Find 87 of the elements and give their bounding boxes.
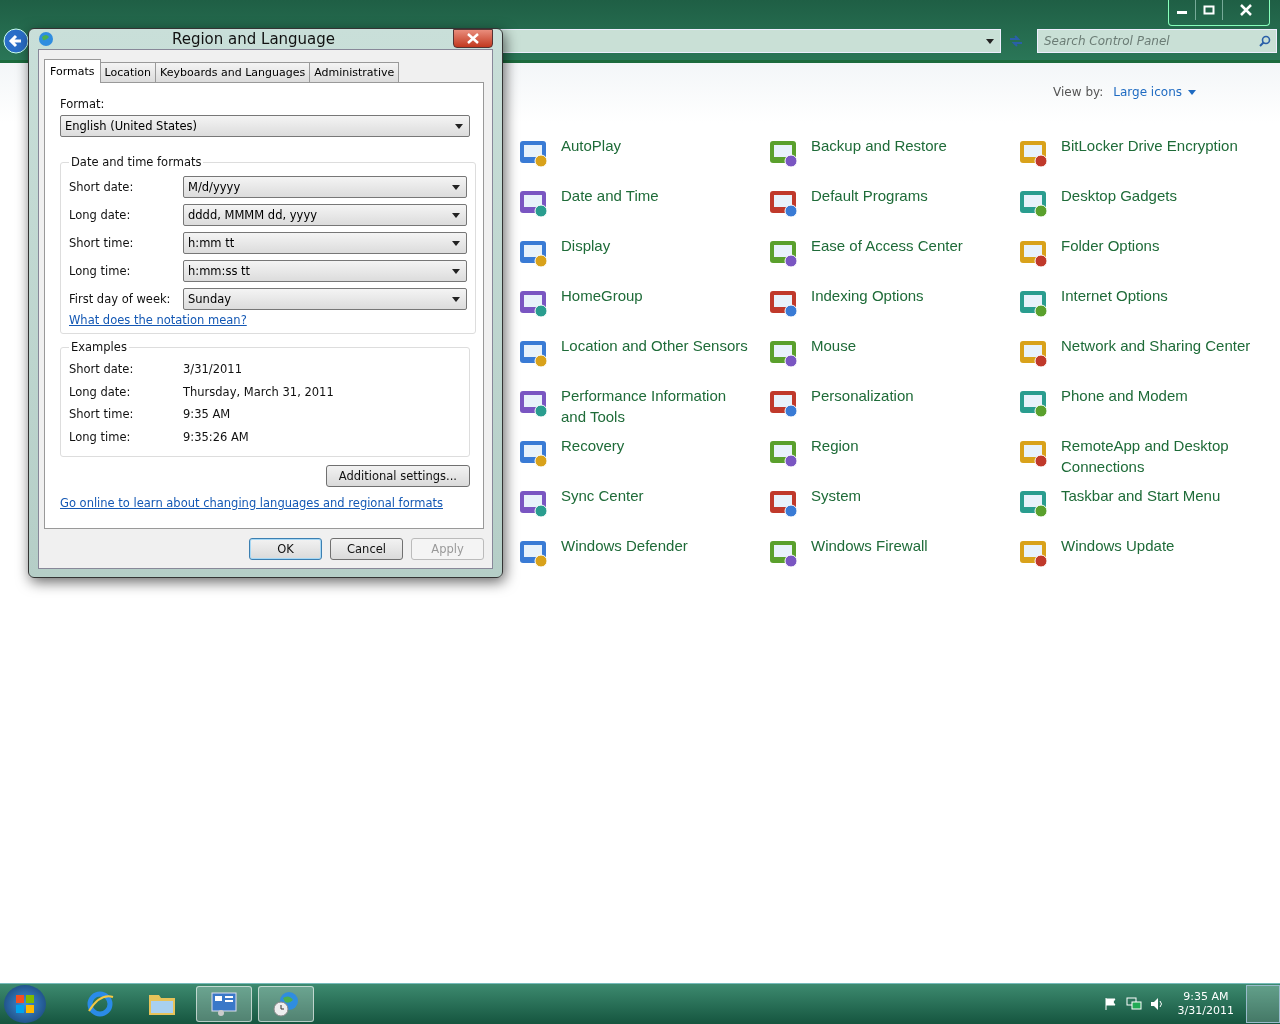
start-button[interactable] [4, 985, 46, 1023]
search-field[interactable]: Search Control Panel [1037, 29, 1277, 53]
control-panel-item[interactable]: Folder Options [1017, 235, 1267, 285]
caret-icon [452, 296, 460, 302]
globe-clock-icon [271, 990, 301, 1018]
field-label: Short date: [69, 180, 135, 194]
example-label: Short date: [69, 362, 135, 377]
notation-help-link[interactable]: What does the notation mean? [69, 313, 247, 327]
control-panel-item[interactable]: Default Programs [767, 185, 1017, 235]
control-panel-item[interactable]: Windows Firewall [767, 535, 1017, 585]
tab[interactable]: Administrative [309, 62, 400, 82]
dialog-button[interactable]: Cancel [330, 538, 403, 560]
control-panel-item[interactable]: Phone and Modem [1017, 385, 1267, 435]
control-panel-item[interactable]: Ease of Access Center [767, 235, 1017, 285]
format-dropdown[interactable]: h:mm tt [183, 232, 467, 254]
control-panel-item[interactable]: Display [517, 235, 767, 285]
format-label: Format: [60, 97, 106, 111]
format-dropdown[interactable]: dddd, MMMM dd, yyyy [183, 204, 467, 226]
control-panel-item[interactable]: RemoteApp and Desktop Connections [1017, 435, 1267, 485]
dialog-button[interactable]: OK [249, 538, 322, 560]
control-panel-item[interactable]: Location and Other Sensors [517, 335, 767, 385]
example-label: Long time: [69, 429, 132, 444]
example-value: Thursday, March 31, 2011 [183, 384, 334, 399]
tab[interactable]: Keyboards and Languages [155, 62, 311, 82]
format-dropdown[interactable]: h:mm:ss tt [183, 260, 467, 282]
caret-icon [452, 212, 460, 218]
control-panel-item[interactable]: Windows Update [1017, 535, 1267, 585]
control-panel-item[interactable]: System [767, 485, 1017, 535]
control-panel-item[interactable]: Indexing Options [767, 285, 1017, 335]
flag-icon [1103, 997, 1118, 1011]
control-panel-icon [209, 991, 239, 1017]
control-panel-item[interactable]: Taskbar and Start Menu [1017, 485, 1267, 535]
control-panel-item[interactable]: Desktop Gadgets [1017, 185, 1267, 235]
field-label: Short time: [69, 236, 135, 250]
control-panel-item[interactable]: Region [767, 435, 1017, 485]
control-panel-item[interactable]: HomeGroup [517, 285, 767, 335]
example-value: 9:35 AM [183, 407, 231, 422]
view-by-dropdown[interactable]: Large icons [1113, 85, 1196, 99]
maximize-icon [1203, 5, 1215, 15]
control-panel-item[interactable]: Internet Options [1017, 285, 1267, 335]
globe-clock-taskbar-button[interactable] [258, 986, 314, 1022]
online-help-link[interactable]: Go online to learn about changing languages and regional formats [60, 496, 470, 510]
control-panel-item[interactable]: Recovery [517, 435, 767, 485]
caret-icon [1188, 89, 1196, 95]
tab[interactable]: Formats [44, 59, 101, 83]
example-value: 3/31/2011 [183, 362, 242, 377]
example-label: Long date: [69, 384, 132, 399]
control-panel-item[interactable]: Date and Time [517, 185, 767, 235]
example-value: 9:35:26 AM [183, 429, 249, 444]
view-by-label: View by: [1053, 85, 1104, 99]
windows-logo-icon [13, 992, 37, 1016]
clock-time: 9:35 AM [1183, 990, 1229, 1004]
close-icon [466, 33, 480, 44]
control-panel-item[interactable]: Sync Center [517, 485, 767, 535]
dialog-title: Region and Language [170, 30, 337, 48]
close-icon [1239, 4, 1253, 16]
network-icon [1125, 997, 1142, 1011]
format-dropdown[interactable]: Sunday [183, 288, 467, 310]
additional-settings-button[interactable]: Additional settings... [325, 465, 470, 487]
group-title: Date and time formats [70, 155, 203, 169]
control-panel-item[interactable]: Performance Information and Tools [517, 385, 767, 435]
control-panel-item[interactable]: Windows Defender [517, 535, 767, 585]
format-dropdown[interactable]: English (United States) [60, 115, 470, 137]
control-panel-item[interactable]: Backup and Restore [767, 135, 1017, 185]
field-label: Long date: [69, 208, 132, 222]
caret-icon [452, 184, 460, 190]
browser-icon [85, 989, 115, 1019]
tab[interactable]: Location [99, 62, 157, 82]
control-panel-item[interactable]: BitLocker Drive Encryption [1017, 135, 1267, 185]
search-icon[interactable] [1259, 35, 1271, 47]
control-panel-item[interactable]: Network and Sharing Center [1017, 335, 1267, 385]
caret-icon [455, 123, 463, 129]
example-label: Short time: [69, 407, 135, 422]
control-panel-taskbar-button[interactable] [196, 986, 252, 1022]
caret-icon [452, 268, 460, 274]
control-panel-item[interactable]: Personalization [767, 385, 1017, 435]
control-panel-item[interactable]: Mouse [767, 335, 1017, 385]
field-label: First day of week: [69, 292, 172, 306]
field-label: Long time: [69, 264, 132, 278]
control-panel-item[interactable]: AutoPlay [517, 135, 767, 185]
globe-icon [38, 31, 54, 47]
group-title: Examples [70, 340, 128, 354]
format-dropdown[interactable]: M/d/yyyy [183, 176, 467, 198]
caret-icon [452, 240, 460, 246]
close-button[interactable] [453, 29, 493, 48]
clock-date: 3/31/2011 [1177, 1004, 1234, 1018]
dropdown-caret-icon [986, 38, 994, 44]
